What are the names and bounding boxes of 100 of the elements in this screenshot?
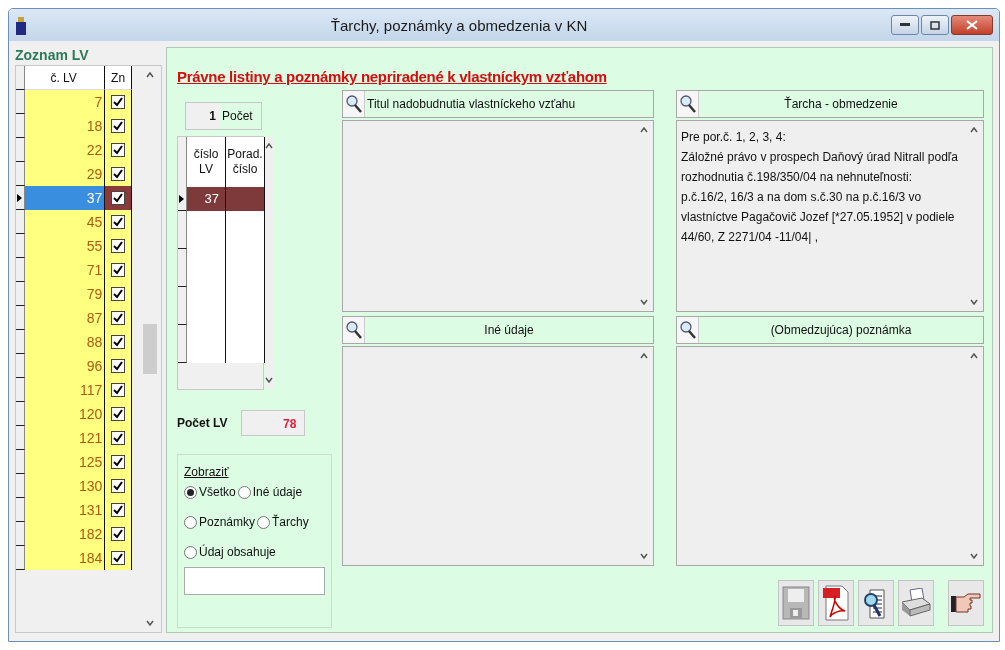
table-cell[interactable]: 79 — [25, 282, 105, 306]
row-indicator[interactable] — [16, 354, 25, 378]
table-cell[interactable] — [187, 211, 226, 249]
exit-button[interactable] — [948, 580, 984, 626]
table-cell[interactable]: 125 — [25, 450, 105, 474]
checkbox[interactable] — [111, 239, 126, 253]
table-cell[interactable]: 117 — [25, 378, 105, 402]
table-cell[interactable]: 131 — [25, 498, 105, 522]
radio-option[interactable]: Všetko — [184, 485, 236, 499]
scroll-thumb[interactable] — [143, 324, 157, 374]
row-indicator[interactable] — [178, 249, 187, 287]
checkbox[interactable] — [111, 407, 126, 421]
row-indicator[interactable] — [16, 450, 25, 474]
scroll-up-icon[interactable] — [640, 353, 648, 359]
checkbox[interactable] — [111, 359, 126, 373]
scroll-down-icon[interactable] — [970, 299, 978, 305]
scroll-up-icon[interactable] — [265, 143, 273, 149]
table-cell[interactable]: 37 — [187, 187, 226, 211]
scroll-down-icon[interactable] — [640, 299, 648, 305]
row-indicator[interactable] — [16, 426, 25, 450]
checkbox[interactable] — [111, 287, 126, 301]
print-button[interactable] — [898, 580, 934, 626]
checkbox[interactable] — [111, 191, 126, 205]
radio-option[interactable]: Iné údaje — [237, 485, 303, 499]
checkbox[interactable] — [111, 215, 126, 229]
checkbox[interactable] — [111, 527, 126, 541]
scroll-up-icon[interactable] — [640, 127, 648, 133]
table-cell[interactable]: 121 — [25, 426, 105, 450]
row-indicator[interactable] — [16, 138, 25, 162]
checkbox[interactable] — [111, 335, 126, 349]
table-cell[interactable]: 37 — [25, 186, 105, 210]
table-cell[interactable]: 71 — [25, 258, 105, 282]
table-cell[interactable]: 7 — [25, 90, 105, 114]
table-cell[interactable]: 45 — [25, 210, 105, 234]
row-indicator[interactable] — [178, 211, 187, 249]
checkbox[interactable] — [111, 503, 126, 517]
row-indicator[interactable] — [16, 522, 25, 546]
scroll-up-icon[interactable] — [970, 353, 978, 359]
row-indicator[interactable] — [16, 474, 25, 498]
table-cell[interactable] — [226, 325, 265, 363]
maximize-button[interactable] — [921, 15, 949, 35]
search-button[interactable] — [343, 91, 365, 117]
checkbox[interactable] — [111, 119, 126, 133]
close-button[interactable] — [951, 15, 993, 35]
row-indicator[interactable] — [16, 306, 25, 330]
radio-option[interactable]: Ťarchy — [257, 515, 309, 529]
table-cell[interactable]: 18 — [25, 114, 105, 138]
table-cell[interactable] — [226, 187, 265, 211]
table-cell[interactable]: 96 — [25, 354, 105, 378]
table-cell[interactable]: 29 — [25, 162, 105, 186]
checkbox[interactable] — [111, 431, 126, 445]
search-button[interactable] — [677, 317, 699, 343]
checkbox[interactable] — [111, 95, 126, 109]
checkbox[interactable] — [111, 311, 126, 325]
row-indicator[interactable] — [16, 378, 25, 402]
checkbox[interactable] — [111, 551, 126, 565]
scroll-up-icon[interactable] — [970, 127, 978, 133]
table-cell[interactable]: 182 — [25, 522, 105, 546]
preview-button[interactable] — [858, 580, 894, 626]
radio-option[interactable]: Údaj obsahuje — [184, 545, 276, 559]
row-indicator[interactable] — [178, 287, 187, 325]
row-indicator[interactable] — [16, 162, 25, 186]
scroll-up-icon[interactable] — [146, 72, 154, 78]
row-indicator[interactable] — [16, 210, 25, 234]
row-indicator[interactable] — [16, 90, 25, 114]
table-cell[interactable]: 120 — [25, 402, 105, 426]
search-field[interactable] — [184, 567, 325, 595]
table-cell[interactable]: 130 — [25, 474, 105, 498]
checkbox[interactable] — [111, 455, 126, 469]
row-indicator[interactable] — [178, 325, 187, 363]
table-cell[interactable] — [187, 325, 226, 363]
row-indicator[interactable] — [16, 546, 25, 570]
scrollbar[interactable] — [265, 137, 273, 389]
scroll-down-icon[interactable] — [640, 553, 648, 559]
checkbox[interactable] — [111, 167, 126, 181]
checkbox[interactable] — [111, 479, 126, 493]
row-indicator[interactable] — [16, 114, 25, 138]
text-area[interactable] — [676, 120, 984, 312]
radio-option[interactable]: Poznámky — [184, 515, 256, 529]
scroll-down-icon[interactable] — [970, 553, 978, 559]
table-cell[interactable]: 87 — [25, 306, 105, 330]
scroll-down-icon[interactable] — [265, 377, 273, 383]
search-button[interactable] — [343, 317, 365, 343]
row-indicator[interactable] — [16, 282, 25, 306]
column-header[interactable]: Porad. číslo — [226, 137, 265, 187]
checkbox[interactable] — [111, 383, 126, 397]
checkbox[interactable] — [111, 143, 126, 157]
search-button[interactable] — [677, 91, 699, 117]
minimize-button[interactable] — [891, 15, 919, 35]
table-cell[interactable]: 88 — [25, 330, 105, 354]
row-indicator[interactable] — [16, 258, 25, 282]
table-cell[interactable]: 22 — [25, 138, 105, 162]
row-indicator[interactable] — [16, 330, 25, 354]
scroll-down-icon[interactable] — [146, 620, 154, 626]
pdf-button[interactable] — [818, 580, 854, 626]
row-indicator[interactable] — [16, 402, 25, 426]
table-cell[interactable]: 184 — [25, 546, 105, 570]
table-cell[interactable]: 55 — [25, 234, 105, 258]
table-cell[interactable] — [226, 211, 265, 249]
row-indicator[interactable] — [16, 498, 25, 522]
